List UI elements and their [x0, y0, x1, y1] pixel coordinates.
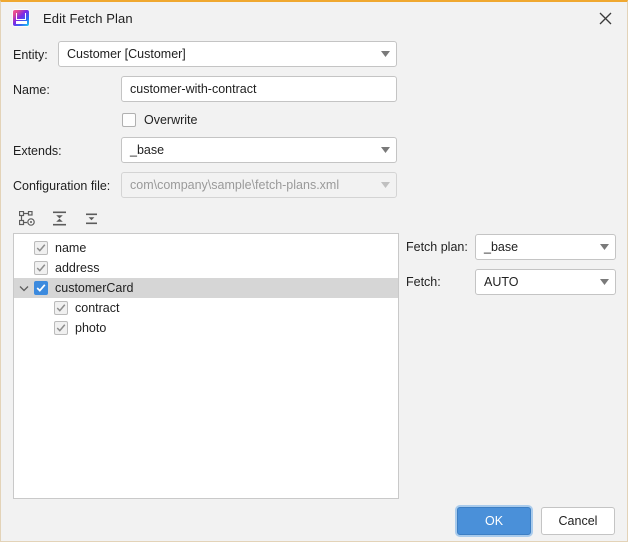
fetch-plan-label: Fetch plan: [406, 240, 468, 254]
chevron-down-icon[interactable] [14, 285, 34, 292]
entity-combobox[interactable]: Customer [Customer] [58, 41, 397, 67]
ok-button[interactable]: OK [457, 507, 531, 535]
tree-item-label: customerCard [55, 281, 134, 295]
fetch-plan-tree[interactable]: name address customerCard contract photo [13, 233, 399, 499]
edit-fetch-plan-dialog: Edit Fetch Plan Entity: Customer [Custom… [0, 0, 628, 542]
chevron-down-icon [593, 244, 615, 250]
tree-toolbar [15, 205, 103, 231]
chevron-down-icon [374, 147, 396, 153]
fetch-value: AUTO [484, 275, 519, 289]
expand-all-button[interactable] [47, 206, 71, 230]
chevron-down-icon [374, 182, 396, 188]
overwrite-checkbox-row[interactable]: Overwrite [122, 113, 197, 127]
structure-settings-icon [18, 210, 36, 226]
name-input[interactable]: customer-with-contract [121, 76, 397, 102]
intellij-idea-icon [13, 10, 29, 26]
tree-row[interactable]: photo [14, 318, 398, 338]
close-button[interactable] [583, 2, 627, 34]
extends-label: Extends: [13, 144, 62, 158]
tree-row[interactable]: customerCard [14, 278, 398, 298]
title-bar: Edit Fetch Plan [1, 2, 627, 34]
fetch-plan-combobox[interactable]: _base [475, 234, 616, 260]
tree-row[interactable]: address [14, 258, 398, 278]
tree-item-label: contract [75, 301, 120, 315]
fetch-plan-value: _base [484, 240, 519, 254]
configuration-file-combobox: com\company\sample\fetch-plans.xml [121, 172, 397, 198]
chevron-down-icon [374, 51, 396, 57]
tree-item-checkbox[interactable] [54, 321, 68, 335]
tree-item-checkbox[interactable] [34, 241, 48, 255]
chevron-down-icon [593, 279, 615, 285]
configuration-file-value: com\company\sample\fetch-plans.xml [130, 178, 340, 192]
overwrite-label: Overwrite [144, 113, 198, 127]
fetch-label: Fetch: [406, 275, 441, 289]
tree-item-label: address [55, 261, 100, 275]
overwrite-checkbox[interactable] [122, 113, 136, 127]
tree-item-label: name [55, 241, 87, 255]
name-label: Name: [13, 83, 50, 97]
tree-row[interactable]: contract [14, 298, 398, 318]
edit-structure-button[interactable] [15, 206, 39, 230]
fetch-combobox[interactable]: AUTO [475, 269, 616, 295]
extends-value: _base [130, 143, 165, 157]
cancel-button[interactable]: Cancel [541, 507, 615, 535]
cancel-button-label: Cancel [558, 514, 598, 528]
name-value: customer-with-contract [130, 82, 257, 96]
configuration-file-label: Configuration file: [13, 179, 111, 193]
window-title: Edit Fetch Plan [43, 10, 133, 26]
entity-value: Customer [Customer] [67, 47, 186, 61]
tree-row[interactable]: name [14, 238, 398, 258]
close-icon [599, 12, 612, 25]
collapse-all-button[interactable] [79, 206, 103, 230]
extends-combobox[interactable]: _base [121, 137, 397, 163]
expand-all-icon [52, 211, 67, 226]
entity-label: Entity: [13, 48, 48, 62]
collapse-all-icon [84, 211, 99, 226]
tree-item-checkbox[interactable] [34, 261, 48, 275]
ok-button-label: OK [484, 514, 504, 528]
tree-item-label: photo [75, 321, 107, 335]
tree-item-checkbox[interactable] [54, 301, 68, 315]
tree-item-checkbox[interactable] [34, 281, 48, 295]
